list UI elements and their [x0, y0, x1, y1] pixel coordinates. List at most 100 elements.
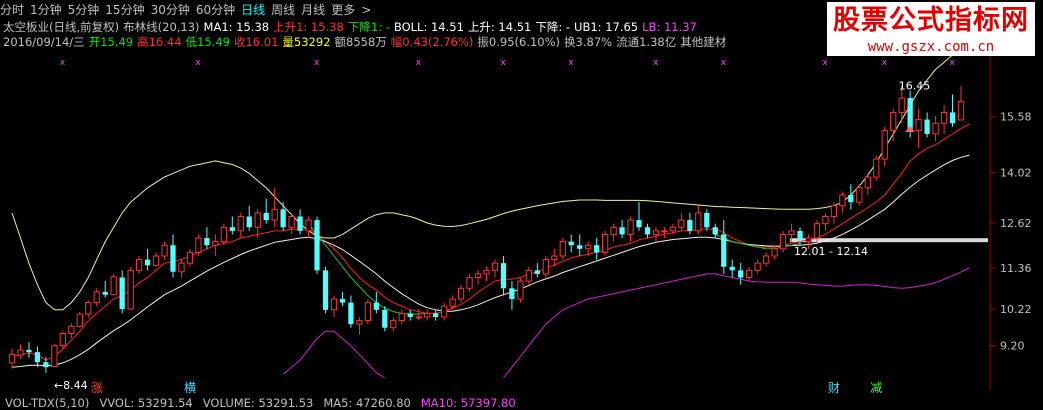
candle-body [924, 119, 930, 134]
candle-body [280, 209, 286, 228]
candle-body [762, 255, 770, 264]
volume-item-0: VOL-TDX(5,10) [5, 396, 90, 410]
candle-body [500, 263, 507, 289]
candle-body [813, 223, 821, 239]
volume-item-1: VVOL: 53291.54 [99, 396, 193, 410]
candle-body [76, 313, 83, 327]
candle-body [127, 269, 134, 310]
candle-body [34, 352, 41, 363]
candle-body [856, 187, 863, 203]
high-price-label: 16.45 [899, 80, 931, 93]
candle-body [398, 312, 405, 322]
candle-body [746, 269, 753, 279]
candle-body [382, 309, 388, 328]
candle-body [322, 270, 329, 310]
candle-body [610, 226, 617, 235]
candle-body [305, 219, 312, 232]
candle-body [85, 302, 92, 315]
candle-body [212, 241, 219, 246]
series-line-ub1 [11, 41, 970, 311]
candle-body [525, 269, 532, 282]
candle-body [93, 291, 100, 304]
candle-body [229, 227, 235, 231]
candle-body [364, 302, 372, 322]
candle-body [594, 245, 600, 253]
site-watermark: 股票公式指标网 www.gszx.com.cn [827, 2, 1035, 56]
candle-body [652, 230, 660, 235]
candle-body [881, 129, 888, 160]
candle-body [890, 111, 897, 131]
candle-body [712, 227, 718, 235]
candle-body [204, 238, 210, 246]
candle-body [661, 230, 668, 233]
candle-body [864, 176, 871, 189]
candle-body [246, 216, 252, 228]
candle-body [839, 194, 846, 207]
candle-body [907, 98, 913, 131]
candle-body [330, 298, 338, 311]
candle-body [822, 216, 829, 225]
candle-body [407, 313, 413, 317]
candle-body [43, 362, 49, 368]
candle-body [102, 291, 108, 295]
watermark-url: www.gszx.com.cn [867, 39, 995, 55]
signal-label: 涨 [91, 380, 103, 395]
candle-body [68, 325, 75, 334]
candle-body [170, 245, 176, 272]
candle-body [695, 212, 702, 232]
volume-item-3: MA5: 47260.80 [323, 396, 411, 410]
candlestick-chart[interactable]: 9.20 10.22 11.36 12.62 14.02 15.58 x x x x x x x x x x x… [0, 0, 1043, 406]
candle-body [186, 251, 194, 264]
candle-body [491, 262, 499, 271]
watermark-title: 股票公式指标网 [833, 5, 1029, 36]
candle-body [669, 226, 677, 232]
candle-body [119, 277, 125, 310]
signal-marker: x [314, 58, 320, 68]
candle-body [534, 270, 540, 274]
candle-body [738, 270, 744, 278]
candle-body [949, 112, 956, 124]
candle-body [373, 302, 379, 310]
candle-body [957, 100, 965, 121]
volume-item-4: MA10: 57397.80 [420, 396, 516, 410]
signal-marker: x [822, 58, 828, 68]
candle-body [466, 277, 473, 289]
price-tick-label: 10.22 [1000, 303, 1032, 316]
candle-body [144, 259, 151, 266]
candle-body [271, 208, 278, 221]
signal-marker: x [653, 58, 659, 68]
candle-body [559, 241, 566, 257]
candle-body [135, 259, 143, 271]
candle-body [585, 244, 592, 250]
candle-body [729, 266, 735, 271]
candle-body [940, 111, 948, 124]
candle-body [551, 255, 558, 261]
candle-body [314, 220, 320, 271]
signal-label: 减 [870, 381, 882, 395]
candle-body [932, 122, 939, 135]
signal-marker: x [500, 58, 506, 68]
candle-body [483, 269, 490, 275]
candle-body [433, 313, 439, 317]
candle-body [848, 194, 854, 203]
signal-marker: x [950, 58, 956, 68]
signal-marker: x [195, 58, 201, 68]
candle-body [509, 288, 515, 300]
candle-body [220, 226, 227, 243]
candle-body [110, 276, 117, 296]
candle-body [830, 205, 838, 218]
candle-body [619, 227, 625, 235]
candle-body [297, 216, 303, 231]
candle-body [8, 353, 16, 364]
candle-body [195, 237, 202, 253]
candle-body [636, 220, 642, 228]
candle-body [644, 227, 651, 235]
small-up-marker [905, 126, 915, 132]
volume-item-2: VOLUME: 53291.53 [202, 396, 314, 410]
candle-body [771, 248, 778, 257]
candle-body [441, 305, 448, 318]
low-price-label: ←8.44 [54, 379, 88, 392]
candle-body [263, 212, 269, 221]
candle-body [542, 259, 549, 275]
candle-body [678, 219, 685, 228]
